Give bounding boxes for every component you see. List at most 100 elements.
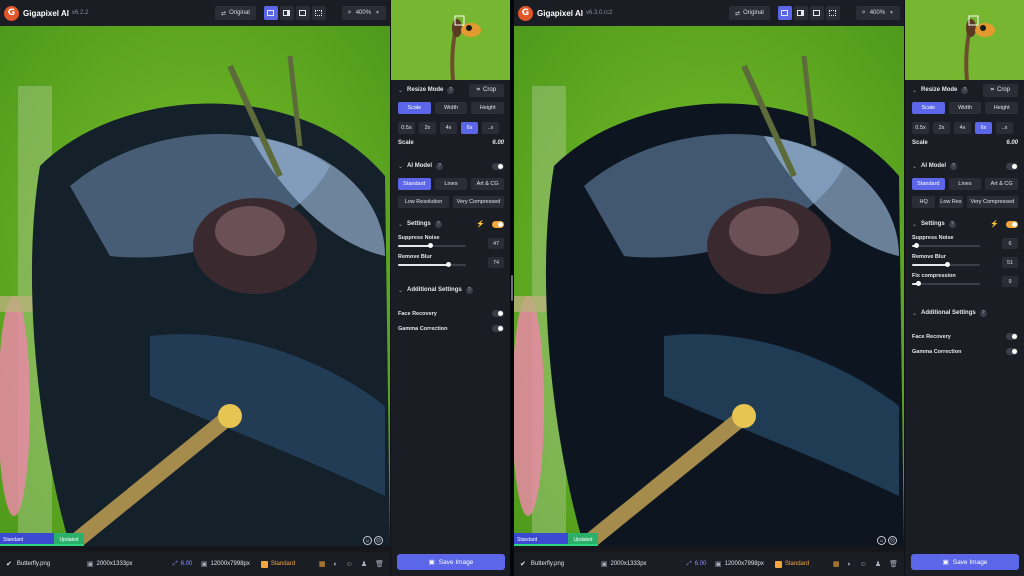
additional-settings-header[interactable]: ⌄ Additional Settings ? <box>912 307 1018 319</box>
help-icon[interactable]: ? <box>950 162 958 170</box>
tab-height[interactable]: Height <box>985 102 1019 114</box>
side-by-side-button[interactable] <box>295 6 310 20</box>
slider-knob[interactable] <box>914 243 920 248</box>
tab-width[interactable]: Width <box>948 102 982 114</box>
trash-icon[interactable]: 🗑 <box>375 560 384 568</box>
ai-model-header[interactable]: ⌄ AI Model ? <box>912 160 1018 172</box>
zoom-dropdown[interactable]: ⌕ 400% ▼ <box>855 6 900 20</box>
smile-icon[interactable]: ☺ <box>877 536 886 545</box>
save-image-button[interactable]: ▣ Save Image <box>397 554 505 570</box>
slider-track[interactable] <box>398 243 466 248</box>
help-icon[interactable]: ? <box>436 162 444 170</box>
resize-mode-header[interactable]: ⌄ Resize Mode ? ⌗ Crop <box>912 83 1018 97</box>
slider-track[interactable] <box>398 262 466 267</box>
slider-track[interactable] <box>912 281 980 286</box>
additional-settings-header[interactable]: ⌄ Additional Settings ? <box>398 284 504 296</box>
slider-track[interactable] <box>912 262 980 267</box>
settings-header[interactable]: ⌄ Settings ? ⚡ <box>398 218 504 230</box>
scale-preset-4[interactable]: ..x <box>482 122 499 134</box>
ai-model-option[interactable]: Standard <box>912 178 945 190</box>
scale-preset-3[interactable]: 6x <box>461 122 478 134</box>
scale-preset-3[interactable]: 6x <box>975 122 992 134</box>
scale-preset-0[interactable]: 0.5x <box>912 122 929 134</box>
tab-scale[interactable]: Scale <box>398 102 431 114</box>
ai-model-option[interactable]: Very Compressed <box>966 196 1018 208</box>
crop-button[interactable]: ⌗ Crop <box>982 83 1018 97</box>
single-view-button[interactable] <box>263 6 278 20</box>
ai-auto-toggle[interactable] <box>492 162 504 170</box>
slider-track[interactable] <box>912 243 980 248</box>
blur-icon[interactable]: ◐ <box>333 561 337 568</box>
split-view-button[interactable] <box>793 6 808 20</box>
help-icon[interactable]: ? <box>447 86 455 94</box>
scale-preset-2[interactable]: 4x <box>954 122 971 134</box>
person-icon[interactable]: ♟ <box>875 560 881 568</box>
divider-handle[interactable] <box>511 275 513 301</box>
tab-scale[interactable]: Scale <box>912 102 945 114</box>
face-recovery-toggle[interactable] <box>1006 333 1018 340</box>
blur-icon[interactable]: ◐ <box>847 561 851 568</box>
auto-settings-toggle[interactable] <box>1006 220 1018 228</box>
ai-model-option[interactable]: Lines <box>948 178 982 190</box>
ai-auto-toggle[interactable] <box>1006 162 1018 170</box>
face-recovery-toggle[interactable] <box>492 310 504 317</box>
person-icon[interactable]: ♟ <box>361 560 367 568</box>
grid-view-button[interactable] <box>825 6 840 20</box>
scale-preset-1[interactable]: 2x <box>933 122 950 134</box>
model-badge-icon[interactable]: ▦ <box>319 560 326 568</box>
navigator-thumbnail[interactable] <box>391 0 510 80</box>
ai-model-option[interactable]: Standard <box>398 178 431 190</box>
slider-value[interactable]: 47 <box>488 238 504 249</box>
original-button[interactable]: ⇄ Original <box>215 6 256 20</box>
side-by-side-button[interactable] <box>809 6 824 20</box>
slider-knob[interactable] <box>944 262 950 267</box>
tab-width[interactable]: Width <box>434 102 468 114</box>
face-icon[interactable]: ☺ <box>346 561 353 568</box>
single-view-button[interactable] <box>777 6 792 20</box>
tab-height[interactable]: Height <box>471 102 505 114</box>
original-button[interactable]: ⇄ Original <box>729 6 770 20</box>
help-icon[interactable]: ? <box>961 86 969 94</box>
gamma-correction-toggle[interactable] <box>492 325 504 332</box>
slider-value[interactable]: 9 <box>1002 276 1018 287</box>
checkmark-icon[interactable]: ✔ <box>520 560 526 568</box>
checkmark-icon[interactable]: ✔ <box>6 560 12 568</box>
help-icon[interactable]: ? <box>948 220 956 228</box>
face-icon[interactable]: ☺ <box>860 561 867 568</box>
scale-preset-2[interactable]: 4x <box>440 122 457 134</box>
zoom-dropdown[interactable]: ⌕ 400% ▼ <box>341 6 386 20</box>
ai-model-option[interactable]: HQ <box>912 196 936 208</box>
slider-knob[interactable] <box>916 281 922 286</box>
ai-model-option[interactable]: Art & CG <box>985 178 1019 190</box>
help-icon[interactable]: ? <box>979 309 987 317</box>
scale-preset-0[interactable]: 0.5x <box>398 122 415 134</box>
resize-mode-header[interactable]: ⌄ Resize Mode ? ⌗ Crop <box>398 83 504 97</box>
scale-preset-1[interactable]: 2x <box>419 122 436 134</box>
scale-preset-4[interactable]: ..x <box>996 122 1013 134</box>
auto-settings-toggle[interactable] <box>492 220 504 228</box>
slider-knob[interactable] <box>446 262 452 267</box>
grid-view-button[interactable] <box>311 6 326 20</box>
help-icon[interactable]: ? <box>434 220 442 228</box>
navigator-thumbnail[interactable] <box>905 0 1024 80</box>
ai-model-option[interactable]: Very Compressed <box>453 196 504 208</box>
frown-icon[interactable]: ☹ <box>374 536 383 545</box>
image-preview[interactable] <box>514 26 904 546</box>
slider-value[interactable]: 74 <box>488 257 504 268</box>
help-icon[interactable]: ? <box>465 286 473 294</box>
save-image-button[interactable]: ▣ Save Image <box>911 554 1019 570</box>
ai-model-header[interactable]: ⌄ AI Model ? <box>398 160 504 172</box>
frown-icon[interactable]: ☹ <box>888 536 897 545</box>
image-preview[interactable] <box>0 26 390 546</box>
ai-model-option[interactable]: Art & CG <box>471 178 505 190</box>
slider-knob[interactable] <box>427 243 433 248</box>
slider-value[interactable]: 51 <box>1002 257 1018 268</box>
smile-icon[interactable]: ☺ <box>363 536 372 545</box>
ai-model-option[interactable]: Low Resolution <box>398 196 449 208</box>
trash-icon[interactable]: 🗑 <box>889 560 898 568</box>
gamma-correction-toggle[interactable] <box>1006 348 1018 355</box>
settings-header[interactable]: ⌄ Settings ? ⚡ <box>912 218 1018 230</box>
slider-value[interactable]: 6 <box>1002 238 1018 249</box>
ai-model-option[interactable]: Low Res <box>939 196 963 208</box>
split-view-button[interactable] <box>279 6 294 20</box>
